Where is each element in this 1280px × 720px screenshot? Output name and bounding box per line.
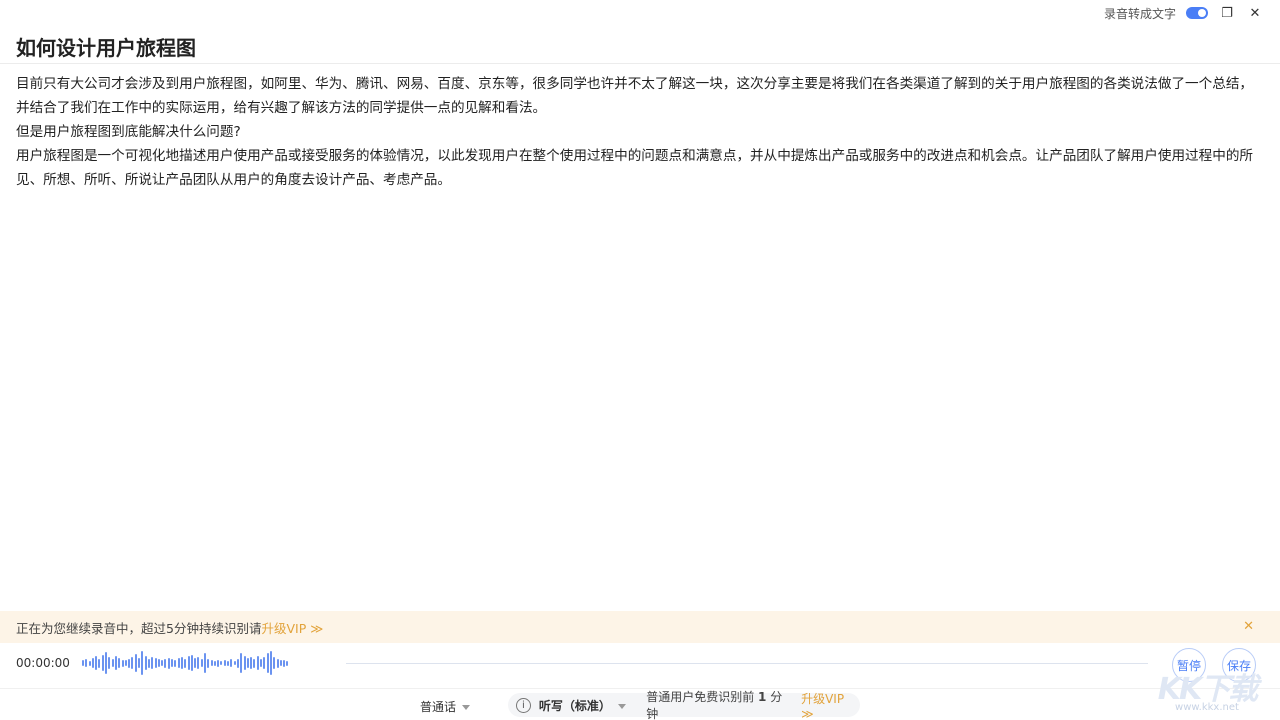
waveform-bar	[217, 659, 220, 667]
waveform-bar	[190, 655, 193, 671]
waveform-bar	[207, 658, 210, 668]
notice-close-icon[interactable]: ✕	[1243, 619, 1254, 634]
waveform-bar	[286, 660, 289, 666]
waveform-bar	[161, 660, 164, 666]
recording-timer: 00:00:00	[16, 656, 70, 670]
waveform-bar	[105, 652, 108, 674]
waveform-bar	[220, 661, 223, 665]
waveform-bar	[98, 658, 101, 668]
waveform-bar	[154, 658, 157, 668]
waveform-bar	[260, 659, 263, 667]
waveform-track	[346, 663, 1148, 664]
waveform-bar	[200, 659, 203, 667]
waveform-bar	[187, 656, 190, 670]
waveform-bar	[138, 658, 141, 668]
waveform-bar	[203, 653, 206, 673]
waveform-bar	[124, 660, 127, 666]
audio-waveform	[82, 648, 289, 678]
upgrade-vip-link[interactable]: 升级VIP ≫	[261, 618, 323, 637]
waveform-bar	[177, 658, 180, 668]
mode-label: 听写（标准）	[538, 698, 611, 713]
waveform-bar	[230, 659, 233, 667]
waveform-bar	[269, 651, 272, 675]
waveform-bar	[243, 656, 246, 670]
upgrade-notice-bar: 正在为您继续录音中，超过5分钟持续识别请 升级VIP ≫ ✕	[0, 611, 1280, 643]
waveform-bar	[276, 658, 279, 668]
waveform-bar	[164, 658, 167, 668]
waveform-bar	[144, 656, 147, 670]
waveform-bar	[111, 659, 114, 667]
watermark: KK下载 www.kkx.net	[1152, 664, 1262, 718]
waveform-bar	[263, 657, 266, 669]
mode-pill: i 听写（标准） 普通用户免费识别前 1 分钟 升级VIP ≫	[508, 690, 860, 720]
waveform-bar	[213, 660, 216, 666]
record-to-text-label: 录音转成文字	[1103, 6, 1176, 21]
close-icon[interactable]: ✕	[1246, 4, 1264, 22]
waveform-bar	[210, 660, 213, 666]
record-to-text-toggle[interactable]	[1186, 7, 1208, 19]
waveform-bar	[101, 655, 104, 671]
waveform-bar	[95, 656, 98, 670]
waveform-bar	[180, 657, 183, 669]
waveform-bar	[273, 657, 276, 669]
waveform-bar	[118, 658, 121, 668]
waveform-bar	[246, 658, 249, 668]
waveform-bar	[91, 658, 94, 668]
waveform-bar	[88, 660, 91, 666]
language-label: 普通话	[420, 700, 457, 714]
transcript-paragraph[interactable]: 但是用户旅程图到底能解决什么问题?	[16, 120, 1264, 144]
waveform-bar	[253, 658, 256, 668]
transcript-editor[interactable]: 目前只有大公司才会涉及到用户旅程图，如阿里、华为、腾讯、网易、百度、京东等，很多…	[16, 72, 1264, 192]
waveform-bar	[82, 660, 84, 666]
upgrade-vip-link[interactable]: 升级VIP ≫	[801, 690, 860, 720]
free-minutes: 1	[758, 690, 767, 704]
waveform-bar	[184, 658, 187, 668]
waveform-bar	[194, 658, 197, 668]
chevron-down-icon	[618, 703, 627, 709]
title-divider	[0, 63, 1280, 64]
waveform-bar	[266, 653, 269, 673]
recording-panel: 00:00:00 暂停 保存	[0, 644, 1280, 684]
waveform-bar	[197, 657, 200, 669]
waveform-bar	[114, 656, 117, 670]
free-quota-text: 普通用户免费识别前 1 分钟	[646, 690, 783, 720]
page-title: 如何设计用户旅程图	[16, 36, 196, 60]
notice-text: 正在为您继续录音中，超过5分钟持续识别请	[16, 620, 262, 636]
waveform-bar	[250, 657, 253, 669]
transcript-paragraph[interactable]: 目前只有大公司才会涉及到用户旅程图，如阿里、华为、腾讯、网易、百度、京东等，很多…	[16, 72, 1264, 120]
waveform-bar	[171, 659, 174, 667]
waveform-bar	[283, 659, 286, 667]
waveform-bar	[223, 660, 226, 666]
waveform-bar	[167, 657, 170, 669]
waveform-bar	[279, 660, 282, 666]
waveform-bar	[240, 653, 243, 673]
language-select[interactable]: 普通话	[420, 698, 471, 715]
chevron-down-icon	[462, 705, 471, 710]
restore-icon[interactable]: ❐	[1218, 4, 1236, 22]
status-bar: 普通话 i 听写（标准） 普通用户免费识别前 1 分钟 升级VIP ≫	[0, 688, 1280, 720]
waveform-bar	[121, 659, 124, 667]
waveform-bar	[227, 660, 230, 666]
transcript-paragraph[interactable]: 用户旅程图是一个可视化地描述用户使用产品或接受服务的体验情况，以此发现用户在整个…	[16, 144, 1264, 192]
waveform-bar	[147, 658, 150, 668]
waveform-bar	[157, 659, 160, 667]
waveform-bar	[233, 661, 236, 665]
window-toolbar: 录音转成文字 ❐ ✕	[1104, 0, 1280, 26]
waveform-bar	[141, 651, 144, 675]
waveform-bar	[131, 657, 134, 669]
waveform-bar	[151, 657, 154, 669]
mode-select[interactable]: 听写（标准）	[538, 697, 627, 714]
waveform-bar	[236, 658, 239, 668]
waveform-bar	[128, 658, 131, 668]
waveform-bar	[134, 654, 137, 672]
waveform-bar	[108, 657, 111, 669]
waveform-bar	[256, 656, 259, 670]
waveform-bar	[174, 659, 177, 667]
info-icon[interactable]: i	[516, 697, 531, 713]
waveform-bar	[85, 659, 88, 667]
